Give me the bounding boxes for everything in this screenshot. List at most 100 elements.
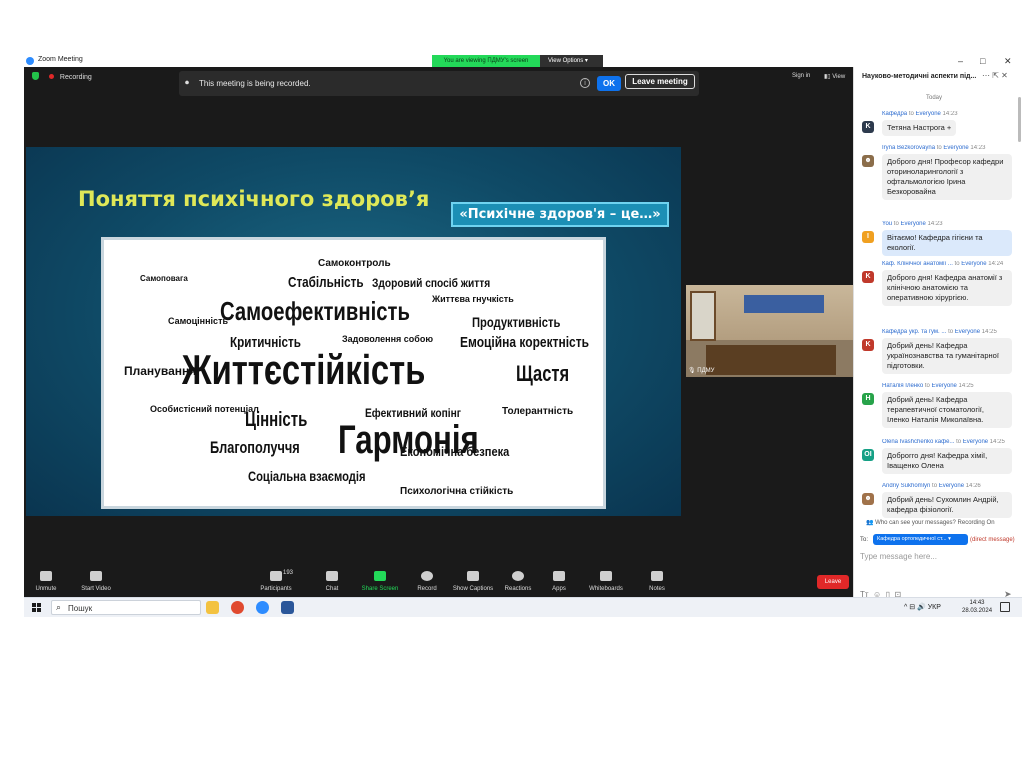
word-cloud-word: Економічна безпека	[400, 444, 510, 459]
message-bubble: Вітаємо! Кафедра гігієни та екології.	[882, 230, 1012, 256]
chat-message[interactable]: Наталія Іленко to Everyone 14:25 H Добрий …	[862, 383, 1012, 428]
windows-taskbar: ⌕ Пошук ^ ⊟ 🔊 УКР 14:43 28.03.2024	[24, 597, 1022, 617]
notification-icon[interactable]	[1000, 602, 1010, 612]
maximize-button[interactable]: □	[980, 55, 985, 67]
zoom-window: Zoom Meeting You are viewing ПДМУ's scre…	[24, 55, 1022, 617]
message-meta: Andriy Sukhomlyn to Everyone 14:26	[882, 483, 1012, 489]
start-video-button[interactable]: Start Video	[66, 571, 126, 592]
word-cloud-word: Самоконтроль	[318, 258, 391, 269]
to-word: to	[936, 145, 942, 151]
shared-screen-slide: Поняття психічного здоров’я «Психічне зд…	[26, 147, 681, 516]
chat-scrollbar[interactable]	[1018, 97, 1021, 142]
participants-count: 193	[283, 570, 294, 576]
window-title: Zoom Meeting	[38, 56, 83, 63]
message-bubble: Добрий день! Кафедра українознавства та …	[882, 338, 1012, 374]
word-cloud-word: Емоційна коректність	[460, 334, 589, 351]
avatar: ☻	[862, 493, 874, 505]
windows-start-icon[interactable]	[32, 603, 42, 613]
recipient: Everyone	[900, 221, 926, 227]
viewing-screen-banner: You are viewing ПДМУ's screen	[432, 55, 540, 67]
video-off-icon	[90, 571, 102, 581]
sender-name: Кафедра укр. та гум. ...	[882, 329, 947, 335]
chat-message[interactable]: You to Everyone 14:23 I Вітаємо! Кафедра г…	[862, 221, 1012, 256]
sender-name: Наталія Іленко	[882, 383, 924, 389]
word-cloud-word: Життєва гнучкість	[432, 294, 514, 304]
leave-button[interactable]: Leave	[817, 575, 849, 589]
meeting-area: Recording ⏺ This meeting is being record…	[24, 67, 853, 617]
language-indicator: УКР	[927, 604, 941, 611]
more-icon[interactable]: ⋯	[982, 71, 990, 80]
minimize-button[interactable]: –	[958, 55, 963, 67]
to-word: to	[956, 439, 962, 445]
recording-indicator[interactable]: Recording	[32, 72, 92, 81]
word-cloud-word: Толерантність	[502, 406, 574, 417]
to-word: to	[932, 483, 938, 489]
message-input[interactable]: Type message here...	[860, 552, 937, 561]
search-icon: ⌕	[56, 602, 62, 612]
zoom-logo-icon	[26, 57, 34, 65]
sender-name: Olena Ivashchenko кафе...	[882, 439, 955, 445]
word-cloud: Життєстійкість Гармонія Самоефективність…	[110, 246, 600, 501]
participants-button[interactable]: Participants	[246, 571, 306, 592]
leave-meeting-button[interactable]: Leave meeting	[625, 74, 695, 89]
chat-icon	[326, 571, 338, 581]
recipient: Everyone	[961, 261, 987, 267]
chat-message[interactable]: Andriy Sukhomlyn to Everyone 14:26 ☻ Добри…	[862, 483, 1012, 518]
close-chat-icon[interactable]: ✕	[1001, 71, 1008, 80]
word-cloud-word: Ефективний копінг	[365, 406, 462, 420]
who-can-see-link[interactable]: 👥 Who can see your messages? Recording O…	[866, 519, 995, 526]
chat-panel: Науково-методичні аспекти під... ⋯ ⇱ ✕ T…	[853, 67, 1022, 617]
avatar: I	[862, 231, 874, 243]
chat-message[interactable]: Каф. Клінічної анатомії ... to Everyone …	[862, 261, 1012, 306]
message-meta: You to Everyone 14:23	[882, 221, 1012, 227]
word-cloud-word: Особистісний потенціал	[150, 404, 259, 414]
recording-dot-icon	[48, 74, 54, 79]
recipient-dropdown[interactable]: Кафедра ортопедичної ст... ▾	[873, 534, 968, 545]
screen: Zoom Meeting You are viewing ПДМУ's scre…	[0, 0, 1024, 768]
close-button[interactable]: ✕	[1004, 55, 1012, 67]
word-cloud-word: Планування	[124, 364, 197, 378]
message-time: 14:23	[970, 145, 986, 151]
to-word: to	[948, 329, 954, 335]
recipient: Everyone	[931, 383, 957, 389]
view-options-button[interactable]: View Options ▾	[540, 55, 603, 67]
word-cloud-frame: Життєстійкість Гармонія Самоефективність…	[101, 237, 606, 509]
view-button[interactable]: ▮▯ View	[824, 73, 845, 80]
word-icon[interactable]	[281, 601, 294, 614]
word-cloud-word: Самоповага	[140, 274, 188, 283]
record-icon	[421, 571, 433, 581]
apps-label: Apps	[552, 586, 566, 592]
recording-banner-text: This meeting is being recorded.	[199, 79, 311, 88]
system-tray[interactable]: ^ ⊟ 🔊 УКР	[904, 603, 941, 611]
message-meta: Каф. Клінічної анатомії ... to Everyone …	[882, 261, 1012, 267]
chat-message[interactable]: Кафедра укр. та гум. ... to Everyone 14:…	[862, 329, 1012, 374]
zoom-icon[interactable]	[256, 601, 269, 614]
word-cloud-word: Продуктивність	[472, 314, 561, 330]
file-explorer-icon[interactable]	[206, 601, 219, 614]
info-icon[interactable]: i	[580, 78, 590, 88]
video-name-label: 🎙 ПДМУ	[688, 367, 714, 374]
share-screen-icon	[374, 571, 386, 581]
word-cloud-word: Соціальна взаємодія	[248, 468, 366, 484]
chat-message[interactable]: Iryna Bezkorovayna to Everyone 14:23 ☻ Доб…	[862, 145, 1012, 200]
participant-video[interactable]: 🎙 ПДМУ	[686, 285, 853, 377]
word-cloud-word: Задоволення собою	[342, 334, 434, 344]
message-meta: Кафедра to Everyone 14:23	[882, 111, 1012, 117]
ok-button[interactable]: OK	[597, 76, 621, 91]
taskbar-search[interactable]: ⌕ Пошук	[51, 600, 201, 615]
notes-button[interactable]: Notes	[627, 571, 687, 592]
message-bubble: Добрий день! Кафедра терапевтичної стома…	[882, 392, 1012, 428]
clock[interactable]: 14:43 28.03.2024	[962, 599, 992, 615]
chat-message[interactable]: Кафедра to Everyone 14:23 K Тетяна Настрог…	[862, 111, 1012, 136]
chrome-icon[interactable]	[231, 601, 244, 614]
who-can-see-text: Who can see your messages? Recording On	[875, 520, 995, 526]
chat-message[interactable]: Olena Ivashchenko кафе... to Everyone 14…	[862, 439, 1012, 474]
avatar: K	[862, 271, 874, 283]
sign-in-link[interactable]: Sign in	[792, 73, 810, 79]
recording-banner: ⏺ This meeting is being recorded. i OK L…	[179, 71, 699, 96]
popout-icon[interactable]: ⇱	[992, 71, 999, 80]
reactions-label: Reactions	[504, 586, 532, 592]
view-label: View	[832, 74, 846, 80]
captions-icon	[467, 571, 479, 581]
recipient: Everyone	[915, 111, 941, 117]
